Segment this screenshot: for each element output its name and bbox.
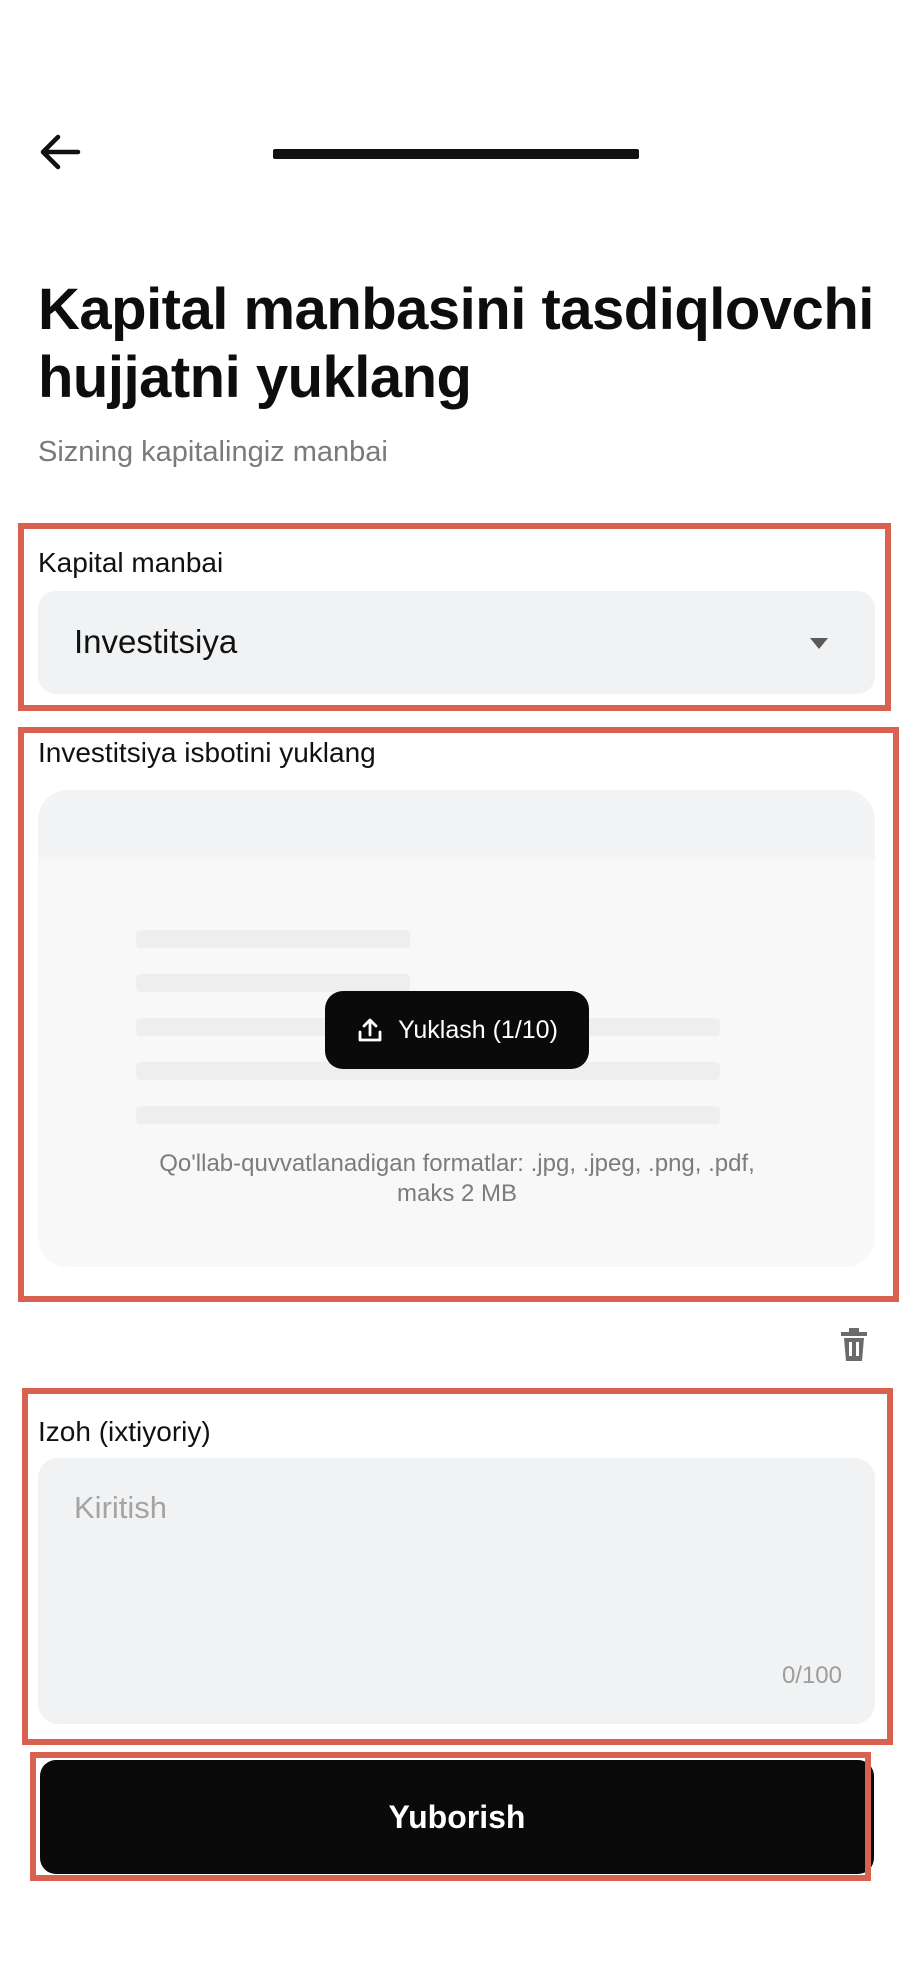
trash-icon[interactable] <box>838 1327 870 1363</box>
back-arrow-icon[interactable] <box>38 130 82 174</box>
dropzone-header-band <box>38 790 875 860</box>
character-counter: 0/100 <box>781 1662 842 1689</box>
caret-down-icon <box>810 638 828 649</box>
upload-icon <box>358 1018 382 1042</box>
supported-formats-line1: Qo'llab-quvvatlanadigan formatlar: .jpg,… <box>159 1150 755 1177</box>
capital-source-label: Kapital manbai <box>38 547 224 578</box>
page-subtitle: Sizning kapitalingiz manbai <box>38 436 388 468</box>
supported-formats-text: Qo'llab-quvvatlanadigan formatlar: .jpg,… <box>120 1149 794 1209</box>
upload-button-label: Yuklash (1/10) <box>398 1015 558 1044</box>
comment-placeholder: Kiritish <box>74 1490 168 1525</box>
placeholder-line <box>136 930 410 948</box>
progress-bar <box>273 149 639 159</box>
capital-source-select[interactable]: Investitsiya <box>38 591 875 694</box>
placeholder-line <box>136 1106 720 1124</box>
comment-textarea[interactable]: Kiritish 0/100 <box>38 1458 875 1724</box>
upload-label: Investitsiya isbotini yuklang <box>38 737 376 768</box>
placeholder-line <box>136 974 410 992</box>
supported-formats-line2: maks 2 MB <box>396 1180 518 1207</box>
comment-label: Izoh (ixtiyoriy) <box>38 1416 211 1447</box>
capital-source-value: Investitsiya <box>74 623 238 660</box>
page-title: Kapital manbasini tasdiqlovchi hujjatni … <box>38 277 874 410</box>
submit-button[interactable]: Yuborish <box>40 1760 874 1874</box>
upload-button[interactable]: Yuklash (1/10) <box>325 991 589 1069</box>
